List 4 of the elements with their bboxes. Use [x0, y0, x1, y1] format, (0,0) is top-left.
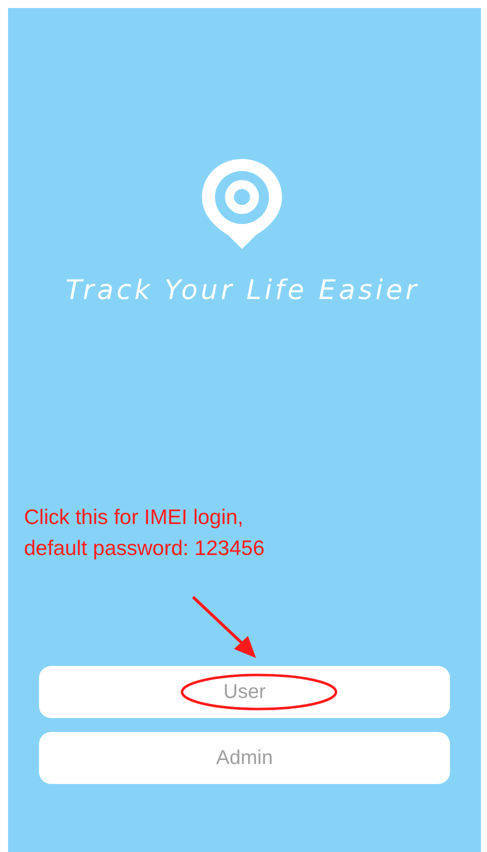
- login-button[interactable]: Admin: [39, 732, 450, 784]
- annotation-text: Click this for IMEI login, default password: 123456: [24, 504, 266, 562]
- tagline: Track Your Life Easier: [65, 274, 420, 308]
- login-button[interactable]: User: [39, 666, 450, 718]
